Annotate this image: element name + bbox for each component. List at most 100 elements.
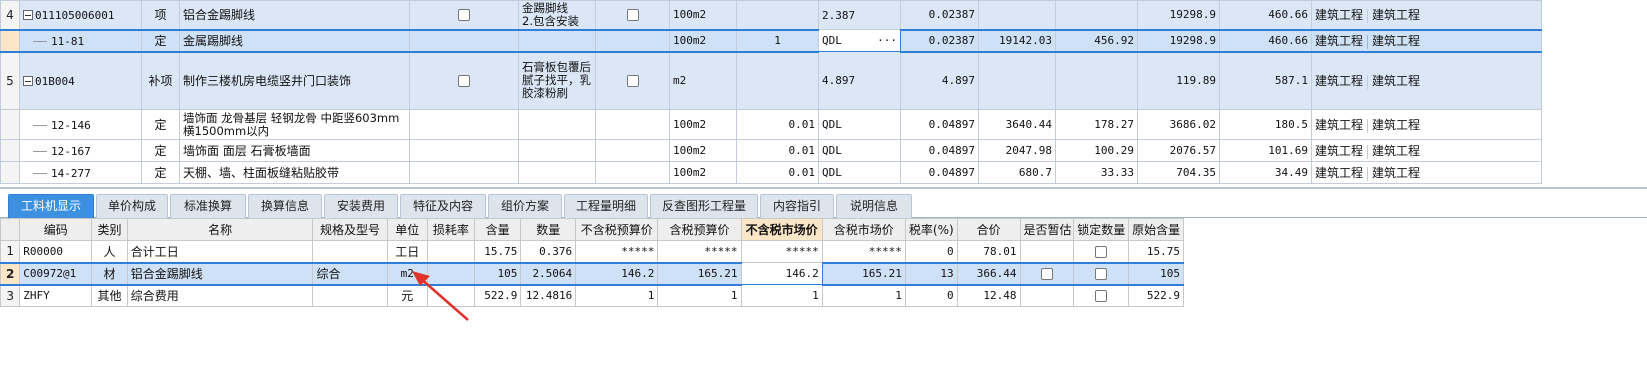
spec-cell: 综合 bbox=[312, 261, 388, 286]
tab-description-info[interactable]: 说明信息 bbox=[836, 194, 912, 218]
checkbox[interactable] bbox=[458, 75, 470, 88]
item-desc-cell: 金踢脚线 2.包含安装 bbox=[518, 0, 596, 30]
collapse-icon[interactable] bbox=[23, 76, 33, 87]
table-row[interactable]: 1 R00000 人 合计工日 工日 15.75 0.376 ***** ***… bbox=[0, 240, 1184, 263]
header-lock-qty[interactable]: 锁定数量 bbox=[1073, 218, 1130, 241]
tab-conversion-info[interactable]: 换算信息 bbox=[248, 194, 322, 218]
provisional-checkbox[interactable] bbox=[1040, 268, 1053, 280]
item-type-cell: 项 bbox=[141, 0, 180, 30]
header-market-price-inc-tax[interactable]: 含税市场价 bbox=[821, 218, 906, 241]
item-desc-cell bbox=[518, 139, 596, 162]
expr-cell: 4.897 bbox=[818, 51, 901, 110]
tab-standard-conversion[interactable]: 标准换算 bbox=[170, 194, 246, 218]
tree-connector bbox=[33, 124, 47, 126]
annotation-arrow-icon bbox=[412, 271, 469, 321]
header-original-content[interactable]: 原始含量 bbox=[1128, 218, 1184, 241]
tab-content-guide[interactable]: 内容指引 bbox=[760, 194, 834, 218]
item-type-cell: 定 bbox=[141, 109, 180, 140]
price-cell: 33.33 bbox=[1055, 161, 1138, 184]
table-row[interactable]: 3 ZHFY 其他 综合费用 元 522.9 12.4816 1 1 1 1 0… bbox=[0, 284, 1184, 307]
unit-cell: m2 bbox=[669, 51, 737, 110]
header-name[interactable]: 名称 bbox=[126, 218, 314, 241]
tab-installation-fee[interactable]: 安装费用 bbox=[324, 194, 398, 218]
price-cell bbox=[978, 0, 1056, 30]
item-type-cell: 定 bbox=[141, 139, 180, 162]
lock-checkbox[interactable] bbox=[1095, 290, 1108, 303]
panel-splitter[interactable] bbox=[0, 187, 1647, 189]
tab-quantity-details[interactable]: 工程量明细 bbox=[564, 194, 648, 218]
header-total[interactable]: 合价 bbox=[956, 218, 1021, 241]
header-market-price-ex-tax[interactable]: 不含税市场价 bbox=[740, 218, 823, 241]
tab-reverse-graphic-quantity[interactable]: 反查图形工程量 bbox=[650, 194, 758, 218]
tax-cell: 0 bbox=[904, 240, 958, 263]
empty-cell bbox=[595, 139, 670, 162]
header-content[interactable]: 含量 bbox=[473, 218, 522, 241]
checkbox-cell bbox=[595, 0, 670, 30]
expr-edit-cell[interactable]: QDL ··· bbox=[818, 29, 901, 52]
item-code-cell: 11-81 bbox=[19, 28, 142, 53]
orig-cell: 105 bbox=[1128, 261, 1184, 286]
ellipsis-button[interactable]: ··· bbox=[877, 34, 897, 47]
item-code-cell: 14-277 bbox=[19, 161, 142, 184]
item-desc-cell: 石膏板包覆后腻子找平，乳胶漆粉刷 bbox=[518, 51, 596, 110]
tab-labor-material-machine[interactable]: 工料机显示 bbox=[8, 194, 94, 218]
detail-tab-bar: 工料机显示 单价构成 标准换算 换算信息 安装费用 特征及内容 组价方案 工程量… bbox=[0, 192, 1647, 218]
table-row[interactable]: 14-277 定 天棚、墙、柱面板缝粘贴胶带 100m2 0.01 QDL 0.… bbox=[0, 161, 1542, 184]
header-quantity[interactable]: 数量 bbox=[520, 218, 577, 241]
qty-cell bbox=[736, 0, 819, 30]
price-cell bbox=[1055, 0, 1138, 30]
lock-checkbox[interactable] bbox=[1095, 245, 1108, 258]
table-row[interactable]: 12-146 定 墙饰面 龙骨基层 轻钢龙骨 中距竖603mm 横1500mm以… bbox=[0, 109, 1542, 140]
price-cell: 3640.44 bbox=[978, 109, 1056, 140]
item-code-cell: 011105006001 bbox=[19, 0, 142, 30]
header-code[interactable]: 编码 bbox=[19, 218, 93, 241]
header-spec[interactable]: 规格及型号 bbox=[312, 218, 388, 241]
provisional-cell bbox=[1019, 240, 1075, 263]
name-cell: 综合费用 bbox=[126, 284, 314, 307]
price-cell: 178.27 bbox=[1055, 109, 1138, 140]
item-name-cell: 铝合金踢脚线 bbox=[179, 0, 410, 30]
price-cell: ***** bbox=[657, 240, 742, 263]
header-loss-rate[interactable]: 损耗率 bbox=[427, 218, 475, 241]
header-budget-price-inc-tax[interactable]: 含税预算价 bbox=[657, 218, 742, 241]
value-cell: 0.02387 bbox=[900, 28, 979, 53]
resource-grid: 编码 类别 名称 规格及型号 单位 损耗率 含量 数量 不含税预算价 含税预算价… bbox=[0, 218, 1184, 307]
checkbox[interactable] bbox=[626, 9, 639, 22]
market-price-edit-cell[interactable]: 146.2 bbox=[740, 262, 823, 285]
table-row-selected[interactable]: 11-81 定 金属踢脚线 100m2 1 QDL ··· 0.02387 191… bbox=[0, 28, 1542, 53]
price-cell: 460.66 bbox=[1219, 0, 1312, 30]
spec-cell bbox=[312, 240, 388, 263]
price-cell: 146.2 bbox=[575, 261, 659, 286]
expr-cell: QDL bbox=[818, 109, 901, 140]
tab-features-content[interactable]: 特征及内容 bbox=[400, 194, 486, 218]
price-cell: 1 bbox=[575, 284, 659, 307]
collapse-icon[interactable] bbox=[23, 10, 33, 21]
table-row[interactable]: 12-167 定 墙饰面 面层 石膏板墙面 100m2 0.01 QDL 0.0… bbox=[0, 139, 1542, 162]
price-cell: 704.35 bbox=[1137, 161, 1220, 184]
table-row[interactable]: 4 011105006001 项 铝合金踢脚线 金踢脚线 2.包含安装 100m… bbox=[0, 0, 1542, 30]
price-cell: 119.89 bbox=[1137, 51, 1220, 110]
total-cell: 366.44 bbox=[956, 261, 1021, 286]
qty-cell bbox=[736, 51, 819, 110]
header-budget-price-ex-tax[interactable]: 不含税预算价 bbox=[575, 218, 659, 241]
spec-cell bbox=[312, 284, 388, 307]
total-cell: 12.48 bbox=[956, 284, 1021, 307]
row-number: 1 bbox=[0, 240, 21, 263]
checkbox[interactable] bbox=[626, 75, 639, 88]
header-unit[interactable]: 单位 bbox=[386, 218, 429, 241]
checkbox[interactable] bbox=[458, 9, 470, 22]
header-category[interactable]: 类别 bbox=[91, 218, 128, 241]
tab-pricing-scheme[interactable]: 组价方案 bbox=[488, 194, 562, 218]
price-cell: 100.29 bbox=[1055, 139, 1138, 162]
table-row-selected[interactable]: 2 C00972@1 材 铝合金踢脚线 综合 m2 105 2.5064 146… bbox=[0, 261, 1184, 286]
price-cell: 456.92 bbox=[1055, 28, 1138, 53]
table-row[interactable]: 5 01B004 补项 制作三楼机房电缆竖井门口装饰 石膏板包覆后腻子找平，乳胶… bbox=[0, 51, 1542, 110]
lock-checkbox[interactable] bbox=[1095, 268, 1108, 280]
tab-unit-price-composition[interactable]: 单价构成 bbox=[96, 194, 168, 218]
header-provisional[interactable]: 是否暂估 bbox=[1019, 218, 1075, 241]
header-tax-rate[interactable]: 税率(%) bbox=[904, 218, 958, 241]
price-cell bbox=[1055, 51, 1138, 110]
item-desc-cell bbox=[518, 161, 596, 184]
content-cell: 15.75 bbox=[473, 240, 522, 263]
unit-cell: 100m2 bbox=[669, 28, 737, 53]
